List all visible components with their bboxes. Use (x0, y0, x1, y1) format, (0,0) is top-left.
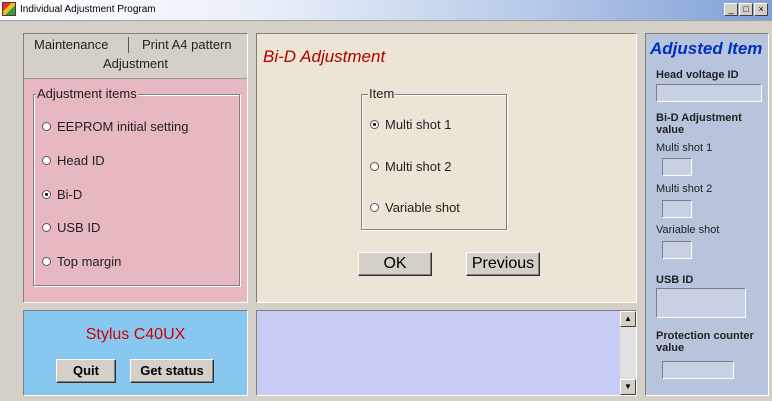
previous-button[interactable]: Previous (466, 252, 540, 276)
get-status-button[interactable]: Get status (130, 359, 214, 383)
adjusted-item-title: Adjusted Item (650, 39, 763, 58)
close-button[interactable]: × (754, 3, 768, 16)
radio-bi-d[interactable]: Bi-D (42, 187, 82, 202)
protection-counter-label: Protection counter value (656, 330, 754, 354)
radio-multi-shot-2[interactable]: Multi shot 2 (370, 159, 451, 174)
vertical-scrollbar[interactable]: ▲ ▼ (620, 311, 636, 395)
radio-multi-shot-1[interactable]: Multi shot 1 (370, 117, 451, 132)
scroll-up-icon[interactable]: ▲ (620, 311, 636, 327)
variable-shot-field (662, 241, 692, 259)
tab-divider (128, 37, 129, 53)
radio-button-icon[interactable] (370, 203, 379, 212)
tab-strip: Maintenance Print A4 pattern Adjustment (24, 34, 247, 79)
radio-button-icon[interactable] (42, 257, 51, 266)
multi-shot-1-field (662, 158, 692, 176)
radio-label: Multi shot 2 (385, 159, 452, 174)
multi-shot-2-field (662, 200, 692, 218)
tab-adjustment[interactable]: Adjustment (24, 56, 247, 71)
radio-label: Multi shot 1 (385, 117, 452, 132)
adjustment-items-group: Adjustment items EEPROM initial setting … (33, 86, 240, 286)
head-voltage-id-field (656, 84, 762, 102)
bi-d-adjustment-panel: Bi-D Adjustment Item Multi shot 1 Multi … (256, 33, 637, 303)
adjustment-items-legend: Adjustment items (36, 86, 138, 101)
window-title: Individual Adjustment Program (20, 4, 156, 15)
item-group: Item Multi shot 1 Multi shot 2 Variable … (361, 86, 507, 230)
model-panel: Stylus C40UX Quit Get status (23, 310, 248, 396)
tab-print-a4-pattern[interactable]: Print A4 pattern (142, 37, 232, 52)
radio-label: Head ID (57, 153, 105, 168)
radio-label: Bi-D (57, 187, 83, 202)
panel-title: Bi-D Adjustment (263, 47, 386, 66)
radio-top-margin[interactable]: Top margin (42, 254, 121, 269)
adjustment-panel: Maintenance Print A4 pattern Adjustment … (23, 33, 248, 303)
radio-usb-id[interactable]: USB ID (42, 220, 100, 235)
radio-label: USB ID (57, 220, 101, 235)
head-voltage-id-label: Head voltage ID (656, 69, 739, 81)
app-icon (2, 2, 16, 16)
radio-label: Top margin (57, 254, 122, 269)
status-output-area[interactable]: ▲ ▼ (256, 310, 637, 396)
item-legend: Item (368, 86, 396, 101)
radio-label: Variable shot (385, 200, 460, 215)
variable-shot-label: Variable shot (656, 224, 720, 236)
ok-button[interactable]: OK (358, 252, 432, 276)
multi-shot-1-label: Multi shot 1 (656, 142, 713, 154)
adjusted-item-panel: Adjusted Item Head voltage ID Bi-D Adjus… (645, 33, 769, 396)
radio-button-icon[interactable] (42, 156, 51, 165)
minimize-button[interactable]: _ (724, 3, 738, 16)
radio-eeprom-initial-setting[interactable]: EEPROM initial setting (42, 119, 189, 134)
radio-button-icon[interactable] (42, 122, 51, 131)
model-name: Stylus C40UX (85, 326, 186, 343)
tab-maintenance[interactable]: Maintenance (34, 37, 108, 52)
maximize-button[interactable]: □ (739, 3, 753, 16)
usb-id-field (656, 288, 746, 318)
radio-variable-shot[interactable]: Variable shot (370, 200, 460, 215)
radio-label: EEPROM initial setting (57, 119, 189, 134)
title-bar: Individual Adjustment Program _ □ × (0, 0, 772, 21)
radio-button-icon[interactable] (42, 190, 51, 199)
radio-button-icon[interactable] (370, 120, 379, 129)
radio-button-icon[interactable] (42, 223, 51, 232)
bi-d-adjustment-value-label: Bi-D Adjustment value (656, 112, 742, 136)
radio-button-icon[interactable] (370, 162, 379, 171)
protection-counter-field (662, 361, 734, 379)
radio-head-id[interactable]: Head ID (42, 153, 105, 168)
usb-id-label: USB ID (656, 274, 694, 286)
window-controls: _ □ × (724, 3, 768, 16)
quit-button[interactable]: Quit (56, 359, 116, 383)
multi-shot-2-label: Multi shot 2 (656, 183, 713, 195)
scroll-down-icon[interactable]: ▼ (620, 379, 636, 395)
